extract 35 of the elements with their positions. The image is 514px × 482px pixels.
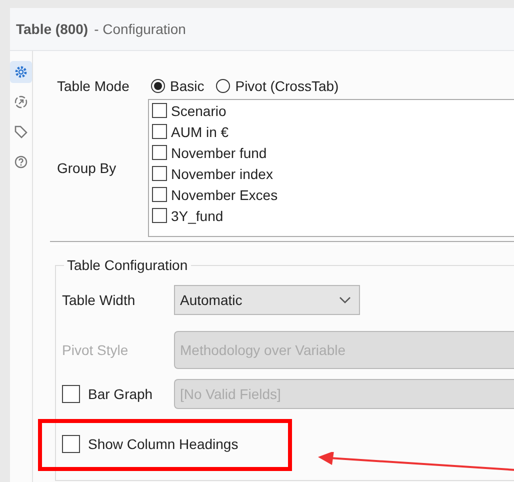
list-item-label[interactable]: November index: [171, 166, 273, 182]
radio-icon[interactable]: [216, 79, 230, 93]
checkbox[interactable]: [152, 124, 167, 139]
group-title: Table Configuration: [64, 257, 191, 273]
bar-graph-label: Bar Graph: [88, 386, 153, 402]
settings-icon: [14, 65, 28, 79]
checkbox[interactable]: [152, 166, 167, 181]
table-mode-label: Table Mode: [57, 78, 130, 94]
list-item-label[interactable]: Scenario: [171, 102, 226, 118]
show-column-headings-label: Show Column Headings: [88, 436, 238, 452]
checkbox[interactable]: [152, 187, 167, 202]
radio-icon[interactable]: [151, 79, 165, 93]
checkbox[interactable]: [152, 103, 167, 118]
help-icon: [14, 155, 28, 169]
tag-icon: [14, 125, 28, 139]
radio-option[interactable]: Pivot (CrossTab): [216, 78, 339, 94]
window-title: Table (800): [16, 21, 88, 37]
list-item-label[interactable]: AUM in €: [171, 124, 229, 140]
pivot-style-label: Pivot Style: [62, 342, 130, 358]
table-width-label: Table Width: [62, 292, 136, 308]
group-by-label: Group By: [57, 160, 118, 176]
list-item-label[interactable]: 3Y_fund: [171, 208, 224, 224]
window-subtitle: - Configuration: [94, 21, 186, 37]
side-tab[interactable]: [10, 61, 32, 83]
table-width-dropdown[interactable]: Automatic: [174, 285, 360, 315]
list-item-label[interactable]: November fund: [171, 144, 267, 160]
list-item-label[interactable]: November Exces: [171, 186, 278, 202]
radio-label: Basic: [170, 78, 204, 94]
group-by-list[interactable]: Scenario AUM in € November fund November index November Exces 3Y_fund: [148, 99, 514, 237]
chevron-icon: [339, 296, 351, 304]
radio-option[interactable]: Basic: [151, 78, 204, 94]
radio-label: Pivot (CrossTab): [235, 78, 339, 94]
checkbox[interactable]: [152, 208, 167, 223]
checkbox[interactable]: [152, 145, 167, 160]
checkbox[interactable]: [62, 435, 80, 453]
